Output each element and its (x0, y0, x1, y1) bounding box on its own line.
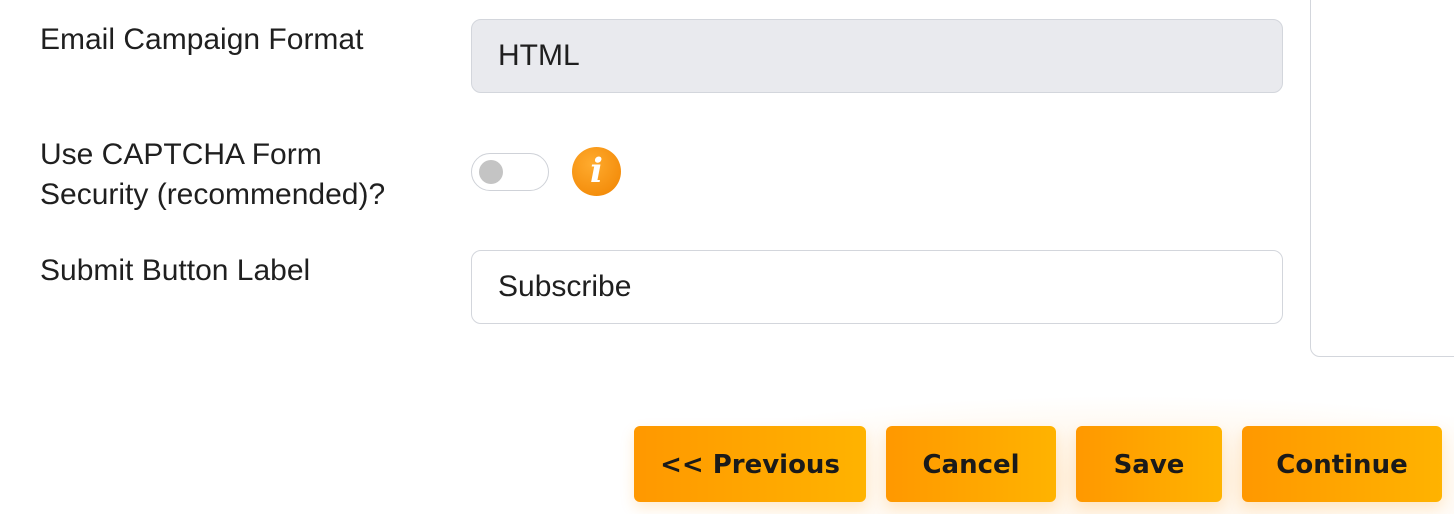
continue-button[interactable]: Continue (1242, 426, 1442, 502)
submit-label-label: Submit Button Label (40, 254, 311, 287)
save-button[interactable]: Save (1076, 426, 1222, 502)
captcha-toggle[interactable] (471, 153, 549, 191)
submit-label-field[interactable] (471, 250, 1283, 324)
previous-button[interactable]: << Previous (634, 426, 866, 502)
info-icon[interactable]: i (572, 147, 621, 196)
email-format-label: Email Campaign Format (40, 23, 364, 56)
email-format-field: HTML (471, 19, 1283, 93)
submit-label-input[interactable] (498, 251, 1256, 323)
captcha-label-line2: Security (recommended)? (40, 178, 386, 211)
captcha-label: Use CAPTCHA Form Security (recommended)? (40, 135, 385, 215)
cancel-button[interactable]: Cancel (886, 426, 1056, 502)
toggle-knob (479, 160, 503, 184)
form-page: Email Campaign Format HTML Use CAPTCHA F… (0, 0, 1454, 514)
side-panel (1310, 0, 1454, 357)
captcha-label-line1: Use CAPTCHA Form (40, 138, 322, 171)
